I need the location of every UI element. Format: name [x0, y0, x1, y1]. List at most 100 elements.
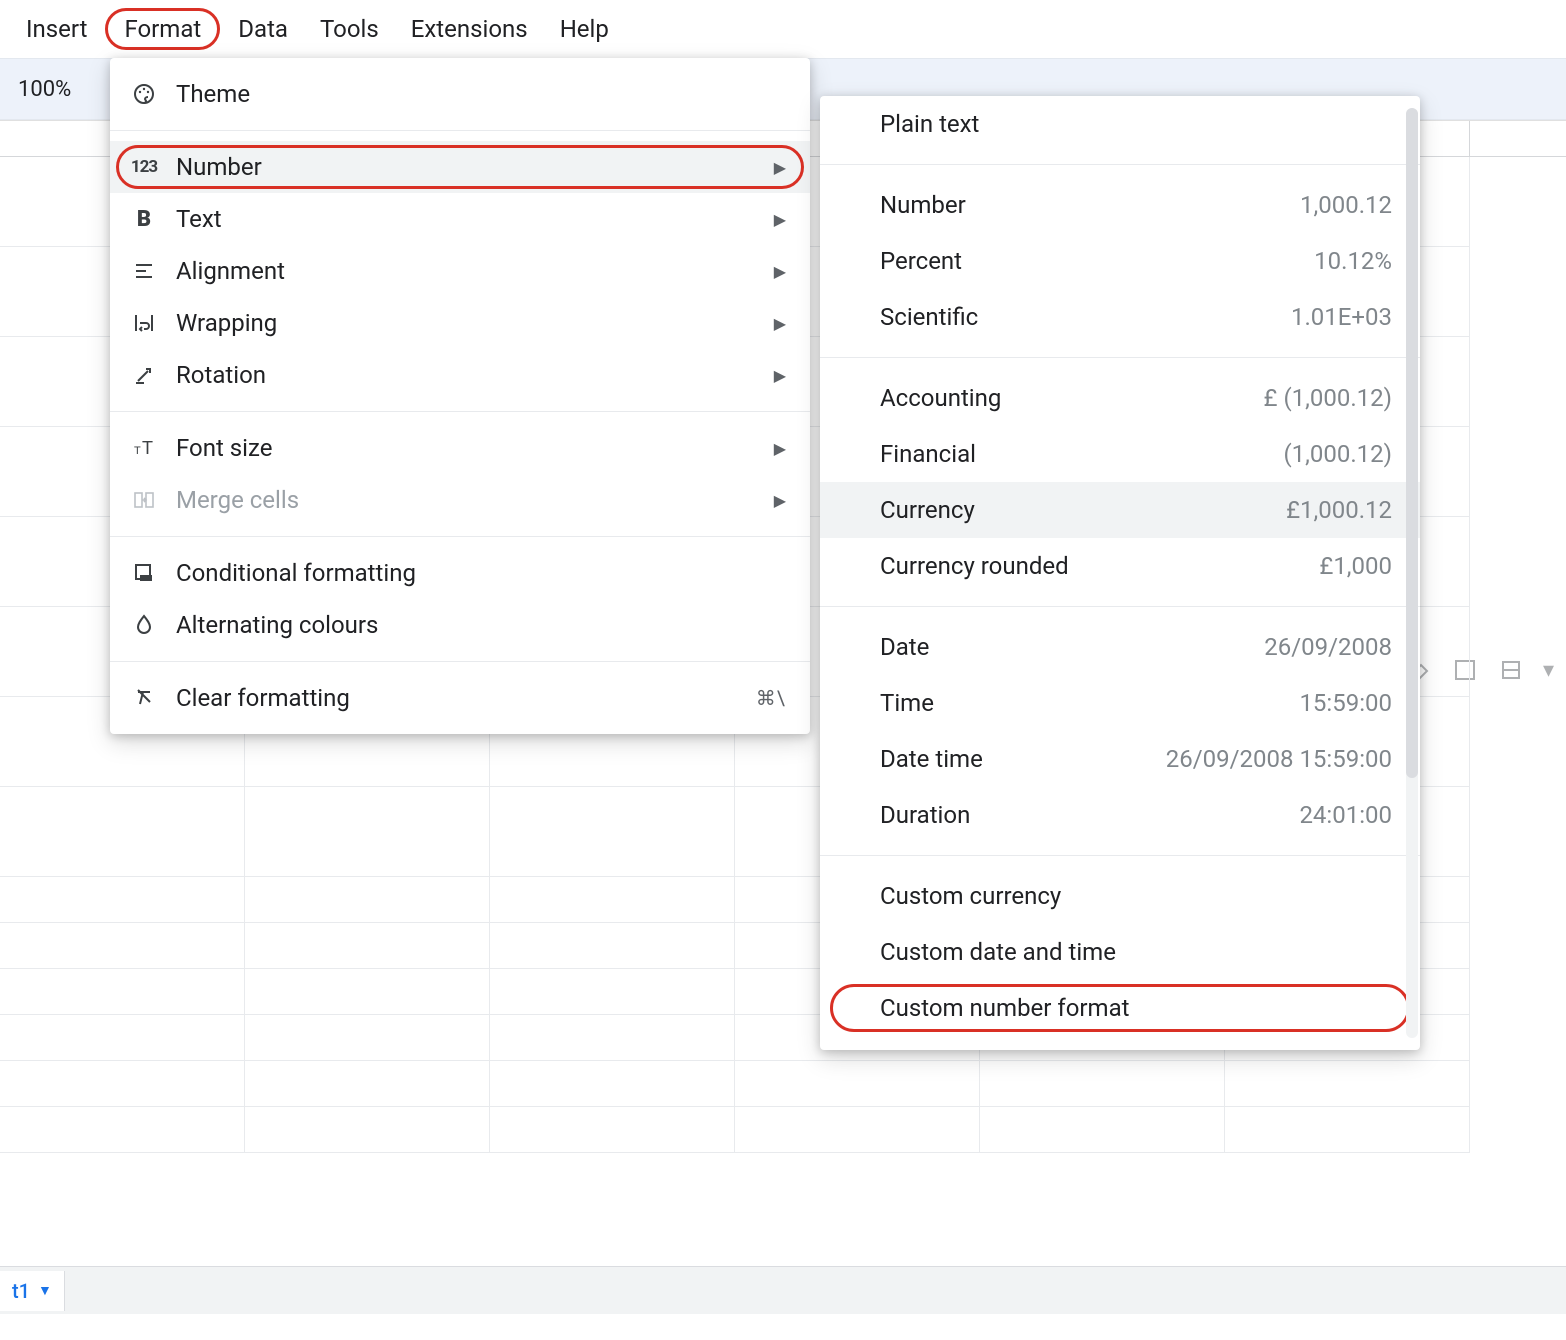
- number-format-duration[interactable]: Duration24:01:00: [820, 787, 1420, 843]
- submenu-arrow-icon: ▶: [774, 439, 786, 458]
- format-example: £1,000: [1319, 552, 1392, 580]
- condformat-icon: [130, 559, 158, 587]
- sheet-tab-label: t1: [12, 1279, 30, 1303]
- menu-item-label: Conditional formatting: [176, 559, 786, 587]
- menu-item-format[interactable]: Format: [105, 8, 220, 50]
- format-example: £1,000.12: [1286, 496, 1392, 524]
- menu-item-label: Number: [176, 153, 756, 181]
- menu-item-insert[interactable]: Insert: [12, 9, 101, 49]
- scrollbar[interactable]: [1406, 108, 1418, 1038]
- 123-icon: 123: [130, 153, 158, 181]
- format-example: 26/09/2008: [1264, 633, 1392, 661]
- menu-separator: [820, 357, 1420, 358]
- format-label: Time: [880, 689, 934, 717]
- menu-item-font-size[interactable]: TT Font size ▶: [110, 422, 810, 474]
- merge-icon: [130, 486, 158, 514]
- format-label: Currency: [880, 496, 975, 524]
- format-label: Custom date and time: [880, 938, 1116, 966]
- menu-item-theme[interactable]: Theme: [110, 68, 810, 120]
- number-format-time[interactable]: Time 15:59:00: [820, 675, 1420, 731]
- menu-item-wrapping[interactable]: Wrapping ▶: [110, 297, 810, 349]
- format-label: Plain text: [880, 110, 979, 138]
- menu-separator: [110, 536, 810, 537]
- format-label: Currency rounded: [880, 552, 1069, 580]
- number-format-date-time[interactable]: Date time26/09/2008 15:59:00: [820, 731, 1420, 787]
- menu-item-number[interactable]: 123 Number ▶: [110, 141, 810, 193]
- menu-item-help[interactable]: Help: [546, 9, 623, 49]
- format-label: Scientific: [880, 303, 978, 331]
- menu-separator: [110, 130, 810, 131]
- sheet-tab[interactable]: t1 ▼: [0, 1271, 65, 1311]
- format-menu-dropdown: Theme123Number▶BText▶Alignment▶Wrapping▶…: [110, 58, 810, 734]
- palette-icon: [130, 80, 158, 108]
- menu-item-label: Alternating colours: [176, 611, 786, 639]
- svg-text:T: T: [134, 445, 141, 457]
- submenu-arrow-icon: ▶: [774, 366, 786, 385]
- chevron-down-icon[interactable]: ▼: [38, 1282, 52, 1299]
- number-format-number[interactable]: Number1,000.12: [820, 177, 1420, 233]
- menu-item-alignment[interactable]: Alignment▶: [110, 245, 810, 297]
- number-format-custom-date-and-time[interactable]: Custom date and time: [820, 924, 1420, 980]
- format-example: (1,000.12): [1283, 440, 1392, 468]
- menu-separator: [820, 164, 1420, 165]
- sheet-tabs-bar: t1 ▼: [0, 1266, 1566, 1314]
- number-submenu: Plain textNumber1,000.12Percent10.12%Sci…: [820, 96, 1420, 1050]
- altcolor-icon: [130, 611, 158, 639]
- number-format-custom-currency[interactable]: Custom currency: [820, 868, 1420, 924]
- fontsize-icon: TT: [130, 434, 158, 462]
- format-label: Custom currency: [880, 882, 1061, 910]
- format-label: Custom number format: [880, 994, 1129, 1022]
- wrap-icon: [130, 309, 158, 337]
- menu-item-text[interactable]: B Text ▶: [110, 193, 810, 245]
- scrollbar-thumb[interactable]: [1406, 108, 1418, 778]
- submenu-arrow-icon: ▶: [774, 491, 786, 510]
- menu-item-extensions[interactable]: Extensions: [397, 9, 542, 49]
- format-label: Accounting: [880, 384, 1001, 412]
- clearformat-icon: [130, 684, 158, 712]
- menu-item-label: Text: [176, 205, 756, 233]
- menu-item-label: Merge cells: [176, 486, 756, 514]
- number-format-percent[interactable]: Percent10.12%: [820, 233, 1420, 289]
- menu-item-label: Clear formatting: [176, 684, 738, 712]
- menu-item-clear-formatting[interactable]: Clear formatting ⌘\: [110, 672, 810, 724]
- format-example: 15:59:00: [1299, 689, 1392, 717]
- zoom-value: 100%: [18, 77, 71, 102]
- format-example: £ (1,000.12): [1264, 384, 1392, 412]
- rotate-icon: [130, 361, 158, 389]
- number-format-currency-rounded[interactable]: Currency rounded £1,000: [820, 538, 1420, 594]
- keyboard-shortcut: ⌘\: [756, 686, 786, 710]
- number-format-financial[interactable]: Financial (1,000.12): [820, 426, 1420, 482]
- menu-separator: [110, 661, 810, 662]
- submenu-arrow-icon: ▶: [774, 158, 786, 177]
- menu-item-label: Alignment: [176, 257, 756, 285]
- align-icon: [130, 257, 158, 285]
- menu-item-rotation[interactable]: Rotation ▶: [110, 349, 810, 401]
- format-label: Date: [880, 633, 929, 661]
- menu-separator: [110, 411, 810, 412]
- format-label: Financial: [880, 440, 976, 468]
- number-format-accounting[interactable]: Accounting £ (1,000.12): [820, 370, 1420, 426]
- menu-separator: [820, 855, 1420, 856]
- menu-item-data[interactable]: Data: [224, 9, 302, 49]
- menu-item-label: Wrapping: [176, 309, 756, 337]
- svg-text:T: T: [142, 438, 153, 458]
- format-label: Percent: [880, 247, 962, 275]
- menu-item-alternating-colours[interactable]: Alternating colours: [110, 599, 810, 651]
- zoom-level[interactable]: 100%: [18, 77, 71, 102]
- number-format-currency[interactable]: Currency £1,000.12: [820, 482, 1420, 538]
- menu-item-tools[interactable]: Tools: [306, 9, 393, 49]
- menu-item-label: Font size: [176, 434, 756, 462]
- menu-item-label: Theme: [176, 80, 786, 108]
- number-format-date[interactable]: Date 26/09/2008: [820, 619, 1420, 675]
- number-format-custom-number-format[interactable]: Custom number format: [820, 980, 1420, 1036]
- format-label: Date time: [880, 745, 983, 773]
- format-label: Number: [880, 191, 966, 219]
- menu-item-label: Rotation: [176, 361, 756, 389]
- number-format-scientific[interactable]: Scientific1.01E+03: [820, 289, 1420, 345]
- submenu-arrow-icon: ▶: [774, 210, 786, 229]
- bold-icon: B: [130, 205, 158, 233]
- menu-item-conditional-formatting[interactable]: Conditional formatting: [110, 547, 810, 599]
- submenu-arrow-icon: ▶: [774, 314, 786, 333]
- number-format-plain-text[interactable]: Plain text: [820, 96, 1420, 152]
- menu-item-merge-cells: Merge cells ▶: [110, 474, 810, 526]
